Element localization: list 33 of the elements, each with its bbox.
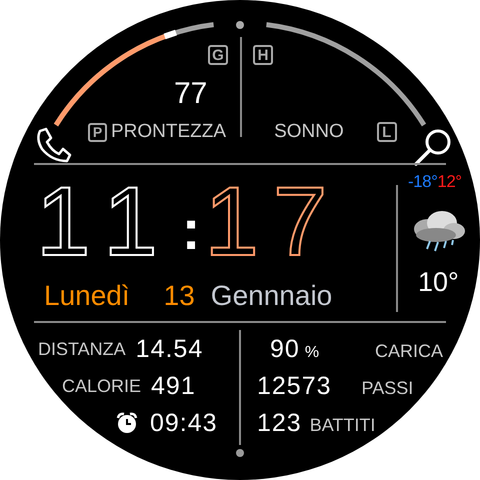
readiness-label: PRONTEZZA — [111, 120, 226, 144]
alarm-clock-icon[interactable] — [116, 412, 138, 434]
phone-icon[interactable] — [34, 127, 72, 163]
time-hours: 11 — [36, 177, 178, 265]
readiness-value: 77 — [174, 77, 208, 110]
low-temperature: -18° — [408, 171, 438, 193]
stat-value: 12573 — [257, 372, 332, 400]
stat-value: 123 — [257, 409, 302, 437]
stat-label: CALORIE — [62, 374, 142, 398]
page-indicator-dot — [236, 21, 244, 29]
key-badge: G — [208, 45, 228, 65]
day-number: 13 — [164, 279, 195, 313]
key-badge: L — [376, 122, 397, 142]
stat-value: 09:43 — [150, 409, 218, 437]
stat-value: 14.54 — [136, 335, 204, 363]
stat-label: PASSI — [362, 377, 414, 400]
stat-label: DISTANZA — [38, 338, 126, 360]
stat-label: BATTITI — [310, 414, 376, 437]
time-separator: : — [182, 197, 200, 263]
current-temperature: 10° — [418, 267, 459, 297]
month-name: Gennnaio — [210, 279, 332, 313]
weekday: Lunedì — [44, 279, 130, 313]
search-icon[interactable] — [413, 127, 453, 167]
stat-value: 90 — [270, 335, 300, 363]
time-minutes: 17 — [204, 177, 342, 265]
stat-label: CARICA — [375, 340, 444, 363]
stat-value: 491 — [151, 372, 196, 400]
key-badge: P — [88, 122, 107, 142]
gauge-marker — [164, 30, 177, 40]
key-badge: H — [253, 45, 273, 65]
stat-unit: % — [304, 343, 320, 363]
high-temperature: 12° — [437, 171, 462, 193]
sleep-label: SONNO — [274, 120, 344, 144]
